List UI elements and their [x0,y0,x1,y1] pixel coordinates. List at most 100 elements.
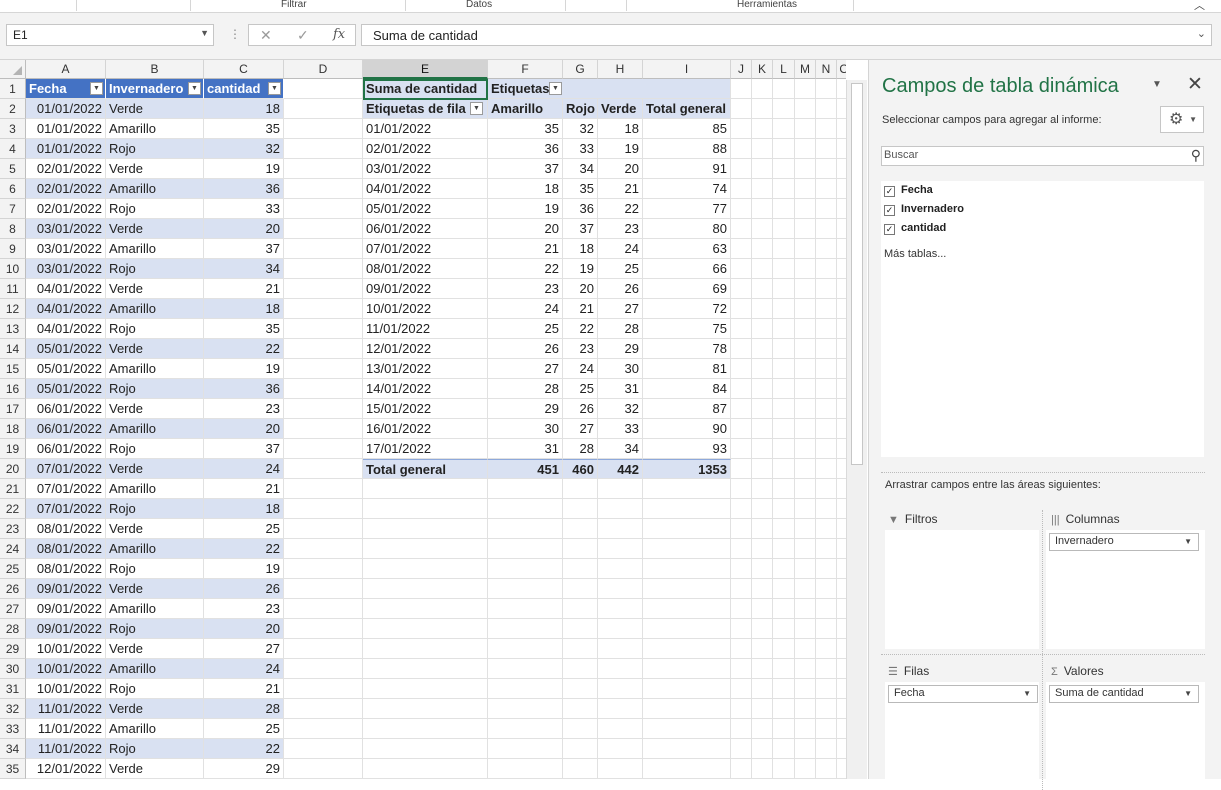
grid-cell[interactable] [752,599,773,619]
grid-cell[interactable] [752,79,773,99]
grid-cell[interactable] [284,199,363,219]
grid-cell[interactable] [837,139,846,159]
grid-cell[interactable] [598,559,643,579]
grid-cell[interactable] [795,279,816,299]
table-cell[interactable]: 03/01/2022 [26,219,106,239]
grid-cell[interactable] [363,559,488,579]
table-cell[interactable]: 22 [204,539,284,559]
grid-cell[interactable] [731,519,752,539]
table-cell[interactable]: 12/01/2022 [26,759,106,779]
grid-cell[interactable] [816,559,837,579]
grid-cell[interactable] [284,419,363,439]
table-cell[interactable]: Amarillo [106,719,204,739]
grid-cell[interactable] [731,619,752,639]
vertical-scrollbar[interactable] [846,80,867,779]
row-header[interactable]: 1 [0,79,26,99]
table-cell[interactable]: Verde [106,279,204,299]
grid-cell[interactable] [795,379,816,399]
grid-cell[interactable] [837,159,846,179]
table-cell[interactable]: 10/01/2022 [26,639,106,659]
table-cell[interactable]: 05/01/2022 [26,339,106,359]
table-cell[interactable]: Amarillo [106,299,204,319]
enter-icon[interactable]: ✓ [297,27,309,44]
grid-cell[interactable] [643,559,731,579]
filter-dropdown-icon[interactable]: ▼ [549,82,562,95]
grid-cell[interactable] [795,79,816,99]
table-cell[interactable]: 32 [204,139,284,159]
grid-cell[interactable] [816,739,837,759]
table-cell[interactable]: 09/01/2022 [26,619,106,639]
grid-cell[interactable] [773,539,795,559]
grid-cell[interactable] [752,659,773,679]
grid-cell[interactable] [731,579,752,599]
insert-function-icon[interactable]: fx [333,27,345,42]
table-cell[interactable]: 03/01/2022 [26,259,106,279]
grid-cell[interactable] [731,739,752,759]
grid-cell[interactable] [284,259,363,279]
pivot-value-cell[interactable]: 75 [643,319,731,339]
grid-cell[interactable] [816,519,837,539]
grid-cell[interactable] [284,299,363,319]
grid-cell[interactable] [731,119,752,139]
grid-cell[interactable] [731,199,752,219]
grid-cell[interactable] [795,399,816,419]
grid-cell[interactable] [816,419,837,439]
grid-cell[interactable] [363,719,488,739]
table-header-cell[interactable]: cantidad ▼ [204,79,284,99]
pivot-row-label[interactable]: 05/01/2022 [363,199,488,219]
grid-cell[interactable] [284,499,363,519]
chevron-down-icon[interactable]: ⌄ [1197,27,1206,40]
grid-cell[interactable] [731,259,752,279]
grid-cell[interactable] [837,499,846,519]
pivot-value-cell[interactable]: 30 [598,359,643,379]
grid-cell[interactable] [795,719,816,739]
grid-cell[interactable] [795,759,816,779]
grid-cell[interactable] [816,659,837,679]
grid-cell[interactable] [837,599,846,619]
pivot-grand-total-value[interactable]: 451 [488,459,563,479]
grid-cell[interactable] [816,299,837,319]
table-cell[interactable]: Rojo [106,739,204,759]
table-cell[interactable]: 11/01/2022 [26,739,106,759]
grid-cell[interactable] [773,99,795,119]
pivot-value-cell[interactable]: 34 [598,439,643,459]
pivot-row-labels[interactable]: Etiquetas de fila ▼ [363,99,488,119]
grid-cell[interactable] [837,379,846,399]
table-cell[interactable]: Rojo [106,259,204,279]
grid-cell[interactable] [363,619,488,639]
row-header[interactable]: 3 [0,119,26,139]
grid-cell[interactable] [284,599,363,619]
row-header[interactable]: 25 [0,559,26,579]
grid-cell[interactable] [816,119,837,139]
row-header[interactable]: 13 [0,319,26,339]
grid-cell[interactable] [795,359,816,379]
table-cell[interactable]: Amarillo [106,179,204,199]
pivot-value-cell[interactable]: 69 [643,279,731,299]
grid-cell[interactable] [363,579,488,599]
grid-cell[interactable] [773,419,795,439]
grid-cell[interactable] [284,339,363,359]
pivot-value-cell[interactable]: 21 [563,299,598,319]
grid-cell[interactable] [731,539,752,559]
grid-cell[interactable] [598,519,643,539]
grid-cell[interactable] [795,199,816,219]
pivot-value-cell[interactable]: 91 [643,159,731,179]
grid-cell[interactable] [837,239,846,259]
grid-cell[interactable] [773,599,795,619]
grid-cell[interactable] [837,719,846,739]
row-header[interactable]: 19 [0,439,26,459]
pivot-value-cell[interactable]: 23 [598,219,643,239]
grid-cell[interactable] [598,539,643,559]
filter-dropdown-icon[interactable]: ▼ [90,82,103,95]
grid-cell[interactable] [752,619,773,639]
pivot-value-cell[interactable]: 74 [643,179,731,199]
table-cell[interactable]: 18 [204,99,284,119]
pivot-value-cell[interactable]: 36 [488,139,563,159]
pivot-column-header[interactable]: Rojo [563,99,598,119]
grid-cell[interactable] [488,639,563,659]
grid-cell[interactable] [795,479,816,499]
pivot-column-header[interactable]: Total general [643,99,731,119]
row-header[interactable]: 2 [0,99,26,119]
grid-cell[interactable] [795,439,816,459]
grid-cell[interactable] [752,539,773,559]
